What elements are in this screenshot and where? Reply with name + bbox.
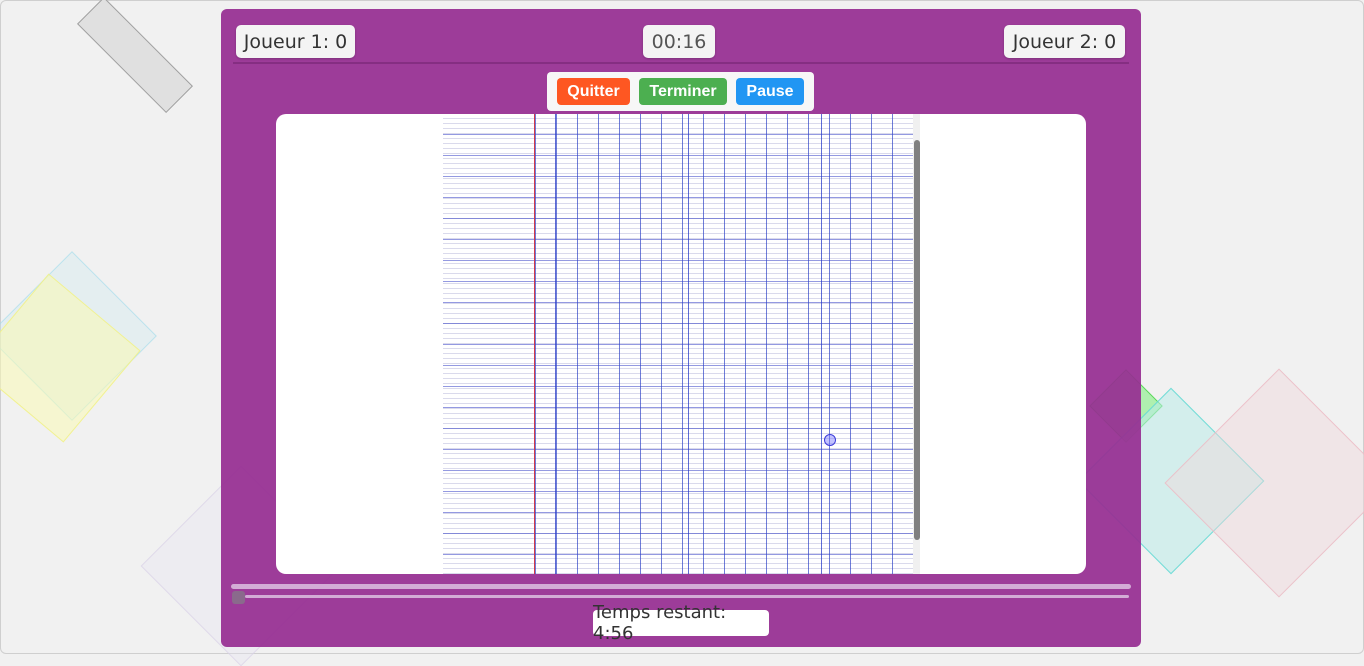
control-button-group: Quitter Terminer Pause	[547, 72, 814, 111]
header-divider	[233, 62, 1129, 64]
progress-slider-handle[interactable]	[232, 591, 245, 604]
progress-slider-rail	[245, 595, 1129, 598]
seyes-paper-canvas[interactable]	[443, 114, 913, 574]
game-panel: Joueur 1: 0 00:16 Joueur 2: 0 Quitter Te…	[221, 9, 1141, 647]
game-timer: 00:16	[643, 25, 715, 58]
deco-pink-square	[1164, 368, 1364, 598]
drawing-area	[276, 114, 1086, 574]
remaining-time: Temps restant: 4:56	[593, 602, 769, 644]
deco-gray-bar	[77, 0, 193, 113]
quit-button[interactable]: Quitter	[557, 78, 630, 105]
canvas-scrollbar-thumb[interactable]	[914, 140, 920, 540]
paper-vertical-grid	[535, 114, 913, 574]
pause-button[interactable]: Pause	[736, 78, 804, 105]
finish-button[interactable]: Terminer	[639, 78, 727, 105]
player2-score: Joueur 2: 0	[1004, 25, 1125, 58]
progress-slider-track[interactable]	[231, 584, 1131, 589]
player1-score: Joueur 1: 0	[236, 25, 355, 58]
pen-cursor-icon	[824, 434, 836, 446]
